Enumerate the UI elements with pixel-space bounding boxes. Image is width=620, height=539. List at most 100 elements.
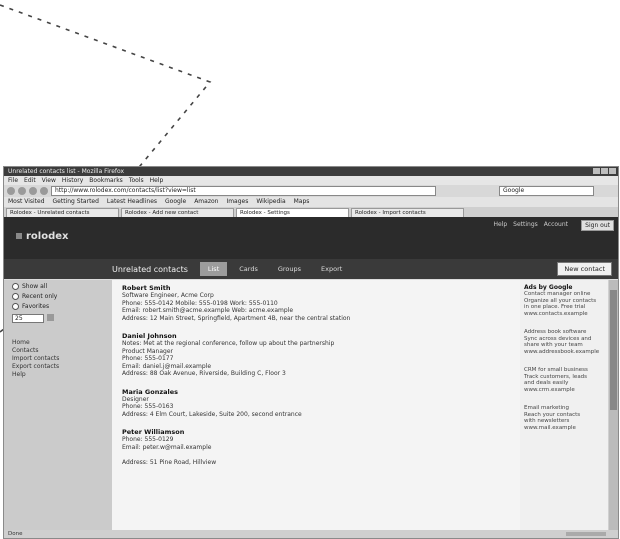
ad-block[interactable]: Email marketing Reach your contacts with…: [524, 405, 604, 431]
menu-file[interactable]: File: [8, 176, 18, 185]
site-logo[interactable]: rolodex: [16, 231, 69, 242]
window-titlebar: Unrelated contacts list - Mozilla Firefo…: [4, 167, 618, 176]
ad-title: Ads by Google: [524, 284, 573, 291]
contact-detail: Address: 88 Oak Avenue, Riverside, Build…: [122, 370, 286, 377]
menu-edit[interactable]: Edit: [24, 176, 36, 185]
menu-history[interactable]: History: [62, 176, 83, 185]
ad-block[interactable]: CRM for small business Track customers, …: [524, 367, 604, 393]
ad-block[interactable]: Address book software Sync across device…: [524, 329, 604, 355]
list-item: Maria Gonzales Designer Phone: 555-0163 …: [122, 388, 516, 419]
minimize-icon[interactable]: [593, 168, 600, 174]
contact-list: Robert Smith Software Engineer, Acme Cor…: [112, 280, 526, 538]
site-header: rolodex Help Settings Account Sign out: [4, 217, 618, 259]
bookmark-item[interactable]: Images: [226, 197, 248, 207]
sidebar-item-import[interactable]: Import contacts: [12, 355, 112, 363]
radio-icon[interactable]: [12, 293, 19, 300]
ad-line: www.mail.example: [524, 424, 576, 431]
sidebar-item-home[interactable]: Home: [12, 339, 112, 347]
scrollbar-thumb[interactable]: [610, 290, 617, 410]
status-progress-indicator: [566, 532, 606, 536]
search-input[interactable]: Google: [499, 186, 594, 196]
count-input[interactable]: 25: [12, 314, 44, 323]
new-contact-button[interactable]: New contact: [557, 262, 612, 276]
bookmark-item[interactable]: Getting Started: [53, 197, 99, 207]
ads-sidebar: Ads by Google Contact manager online Org…: [520, 280, 608, 538]
menu-bar: File Edit View History Bookmarks Tools H…: [4, 176, 618, 185]
sidebar-links: Home Contacts Import contacts Export con…: [12, 339, 112, 379]
filter-label: Recent only: [22, 293, 58, 300]
browser-tab[interactable]: Rolodex - Import contacts: [351, 208, 464, 217]
sidebar-item-export[interactable]: Export contacts: [12, 363, 112, 371]
navigation-toolbar: http://www.rolodex.com/contacts/list?vie…: [4, 185, 618, 197]
user-link-account[interactable]: Account: [544, 221, 568, 228]
contact-name[interactable]: Robert Smith: [122, 284, 516, 292]
contact-name[interactable]: Maria Gonzales: [122, 388, 516, 396]
contact-detail: Email: peter.w@mail.example: [122, 443, 212, 451]
contact-detail: Email: daniel.j@mail.example: [122, 362, 212, 370]
menu-tools[interactable]: Tools: [129, 176, 144, 185]
contact-detail: Designer: [122, 395, 149, 403]
contact-detail: Email: robert.smith@acme.example Web: ac…: [122, 307, 294, 314]
browser-tab-active[interactable]: Rolodex - Settings: [236, 208, 349, 217]
tab-cards[interactable]: Cards: [231, 262, 266, 276]
contact-detail: Phone: 555-0177: [122, 355, 174, 362]
contact-detail: Phone: 555-0142 Mobile: 555-0198 Work: 5…: [122, 299, 278, 307]
page-body: Show all Recent only Favorites 25 Home C…: [4, 280, 618, 538]
list-item: Daniel Johnson Notes: Met at the regiona…: [122, 332, 516, 378]
user-link-settings[interactable]: Settings: [513, 221, 538, 228]
sidebar-item-help[interactable]: Help: [12, 371, 112, 379]
menu-help[interactable]: Help: [150, 176, 164, 185]
user-link-help[interactable]: Help: [493, 221, 507, 228]
browser-tab-strip: Rolodex - Unrelated contacts Rolodex - A…: [4, 207, 618, 217]
ad-line: www.addressbook.example: [524, 348, 600, 355]
user-links: Help Settings Account: [493, 221, 568, 228]
browser-tab[interactable]: Rolodex - Add new contact: [121, 208, 234, 217]
browser-screenshot: Unrelated contacts list - Mozilla Firefo…: [3, 166, 619, 539]
tab-export[interactable]: Export: [313, 262, 350, 276]
contact-detail: Notes: Met at the regional conference, f…: [122, 340, 335, 347]
bookmark-item[interactable]: Wikipedia: [256, 197, 285, 207]
status-text: Done: [8, 531, 23, 537]
radio-icon[interactable]: [12, 303, 19, 310]
radio-icon[interactable]: [12, 283, 19, 290]
contact-detail: Phone: 555-0129: [122, 436, 174, 443]
contact-detail: Software Engineer, Acme Corp: [122, 292, 214, 299]
list-item: Robert Smith Software Engineer, Acme Cor…: [122, 284, 516, 322]
bookmark-item[interactable]: Most Visited: [8, 197, 45, 207]
ad-block[interactable]: Ads by Google Contact manager online Org…: [524, 284, 604, 317]
home-icon[interactable]: [40, 187, 48, 195]
filter-label: Favorites: [22, 303, 50, 310]
tab-groups[interactable]: Groups: [270, 262, 309, 276]
logo-text: rolodex: [26, 231, 69, 242]
back-icon[interactable]: [7, 187, 15, 195]
go-icon[interactable]: [47, 314, 54, 321]
contact-detail: [122, 451, 516, 459]
contact-name[interactable]: Peter Williamson: [122, 428, 516, 436]
contact-detail: Address: 12 Main Street, Springfield, Ap…: [122, 314, 351, 322]
vertical-scrollbar[interactable]: [609, 280, 618, 538]
contact-detail: Address: 51 Pine Road, Hillview: [122, 458, 217, 466]
forward-icon[interactable]: [18, 187, 26, 195]
contact-name[interactable]: Daniel Johnson: [122, 332, 516, 340]
menu-view[interactable]: View: [42, 176, 56, 185]
window-title: Unrelated contacts list - Mozilla Firefo…: [8, 168, 125, 175]
sidebar-item-contacts[interactable]: Contacts: [12, 347, 112, 355]
bookmark-item[interactable]: Google: [165, 197, 186, 207]
filter-option[interactable]: Show all: [12, 283, 112, 290]
filter-option[interactable]: Recent only: [12, 293, 112, 300]
menu-bookmarks[interactable]: Bookmarks: [89, 176, 123, 185]
reload-icon[interactable]: [29, 187, 37, 195]
browser-tab[interactable]: Rolodex - Unrelated contacts: [6, 208, 119, 217]
bookmark-item[interactable]: Amazon: [194, 197, 218, 207]
close-icon[interactable]: [609, 168, 616, 174]
bookmark-item[interactable]: Maps: [294, 197, 310, 207]
bookmarks-toolbar: Most Visited Getting Started Latest Head…: [4, 197, 618, 207]
bookmark-item[interactable]: Latest Headlines: [107, 197, 157, 207]
list-item: Peter Williamson Phone: 555-0129 Email: …: [122, 428, 516, 466]
maximize-icon[interactable]: [601, 168, 608, 174]
filter-label: Show all: [22, 283, 48, 290]
logout-button[interactable]: Sign out: [581, 220, 614, 231]
address-bar[interactable]: http://www.rolodex.com/contacts/list?vie…: [51, 186, 436, 196]
tab-list[interactable]: List: [199, 262, 228, 276]
filter-option[interactable]: Favorites: [12, 303, 112, 310]
